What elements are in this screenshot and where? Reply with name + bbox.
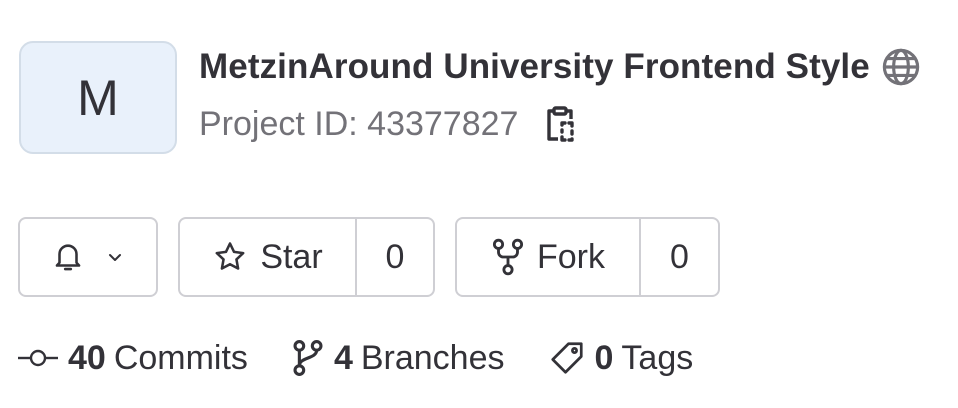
star-button[interactable]: Star [180,219,355,295]
fork-button[interactable]: Fork [457,219,639,295]
tag-icon [550,342,583,374]
copy-project-id-button[interactable] [542,104,578,144]
project-id-row: Project ID: 43377827 [199,104,578,144]
commits-count: 40 [68,338,106,377]
chevron-down-icon [109,254,121,261]
branches-count: 4 [333,338,353,377]
globe-icon [880,46,922,88]
fork-icon [492,238,524,276]
commits-link[interactable]: 40 Commits [18,339,248,378]
star-icon [215,242,245,270]
tags-label: Tags [621,338,694,377]
project-stats: 40 Commits 4 Branches 0 Tags [18,336,737,380]
project-title: MetzinAround University Frontend Style [199,47,870,86]
project-avatar: M [19,41,177,154]
star-label: Star [260,237,323,276]
branches-link[interactable]: 4 Branches [292,339,505,378]
tags-link[interactable]: 0 Tags [549,338,694,378]
star-button-group: Star 0 [178,217,435,297]
fork-label: Fork [537,237,605,276]
bell-icon [55,244,81,271]
clipboard-icon [547,106,575,142]
tags-count: 0 [594,338,614,377]
fork-count[interactable]: 0 [641,219,718,295]
notifications-dropdown[interactable] [18,217,158,297]
project-title-row: MetzinAround University Frontend Style [199,46,922,88]
branches-label: Branches [360,338,505,377]
fork-button-group: Fork 0 [455,217,720,297]
branch-icon [293,340,323,376]
commit-icon [18,349,58,367]
commits-label: Commits [113,338,248,377]
project-id: Project ID: 43377827 [199,104,519,143]
star-count[interactable]: 0 [357,219,433,295]
